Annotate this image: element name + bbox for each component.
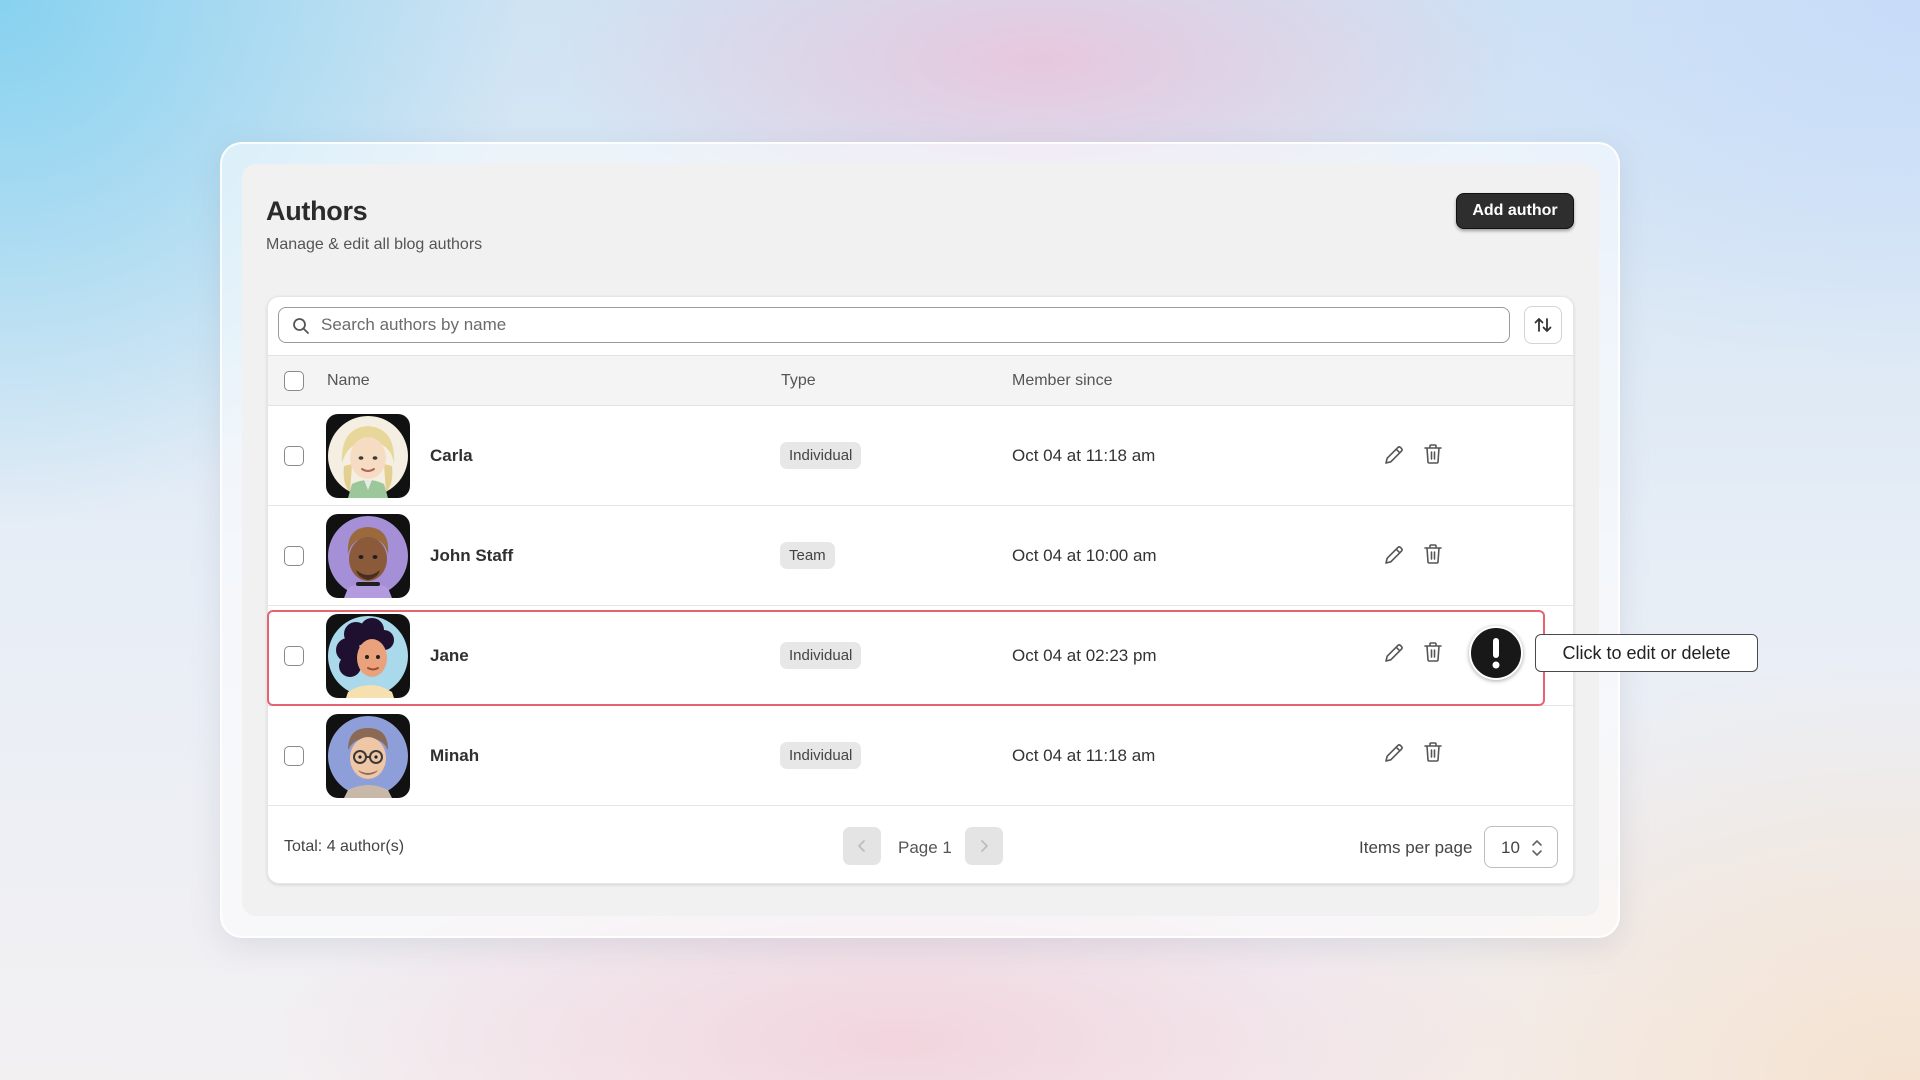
sort-arrows-icon bbox=[1534, 318, 1552, 332]
member-since-date: Oct 04 at 10:00 am bbox=[1012, 546, 1157, 565]
column-header-name: Name bbox=[327, 372, 370, 389]
author-name: Minah bbox=[430, 746, 480, 765]
avatar bbox=[326, 514, 410, 598]
pencil-icon[interactable] bbox=[1383, 444, 1405, 466]
author-name: Jane bbox=[430, 646, 469, 665]
next-page-button[interactable] bbox=[965, 827, 1003, 865]
search-icon bbox=[293, 318, 309, 334]
type-badge: Individual bbox=[780, 642, 862, 669]
tooltip: Click to edit or delete bbox=[1535, 634, 1758, 672]
sort-button[interactable] bbox=[1524, 306, 1562, 344]
row-checkbox[interactable] bbox=[284, 446, 304, 466]
page-subtitle: Manage & edit all blog authors bbox=[266, 236, 483, 253]
chevron-right-icon bbox=[981, 840, 988, 852]
author-name: John Staff bbox=[430, 546, 514, 565]
type-badge: Individual bbox=[780, 742, 862, 769]
column-header-type: Type bbox=[781, 372, 816, 389]
search-box[interactable] bbox=[278, 307, 1510, 343]
type-badge: Individual bbox=[780, 442, 862, 469]
member-since-date: Oct 04 at 11:18 am bbox=[1012, 446, 1156, 465]
avatar bbox=[326, 614, 410, 698]
items-per-page-label: Items per page bbox=[1359, 838, 1473, 857]
type-badge: Team bbox=[780, 542, 835, 569]
row-checkbox[interactable] bbox=[284, 746, 304, 766]
trash-icon[interactable] bbox=[1423, 641, 1443, 663]
table-row[interactable]: John Staff Team Oct 04 at 10:00 am bbox=[268, 506, 1573, 606]
table-row[interactable]: Carla Individual Oct 04 at 11:18 am bbox=[268, 406, 1573, 506]
row-checkbox[interactable] bbox=[284, 546, 304, 566]
page-indicator: Page 1 bbox=[898, 838, 952, 857]
select-all-checkbox[interactable] bbox=[284, 371, 304, 391]
search-input[interactable] bbox=[321, 314, 1491, 336]
pencil-icon[interactable] bbox=[1383, 544, 1405, 566]
row-checkbox[interactable] bbox=[284, 646, 304, 666]
previous-page-button[interactable] bbox=[843, 827, 881, 865]
table-header: Name Type Member since bbox=[268, 355, 1573, 406]
chevron-up-down-icon bbox=[1532, 840, 1542, 856]
table-row[interactable]: Jane Individual Oct 04 at 02:23 pm bbox=[268, 606, 1573, 706]
pencil-icon[interactable] bbox=[1383, 742, 1405, 764]
column-header-member-since: Member since bbox=[1012, 372, 1113, 389]
items-per-page-select[interactable]: 10 bbox=[1484, 826, 1558, 868]
avatar bbox=[326, 414, 410, 498]
page-title: Authors bbox=[266, 196, 368, 226]
exclamation-icon bbox=[1469, 626, 1523, 680]
trash-icon[interactable] bbox=[1423, 443, 1443, 465]
avatar bbox=[326, 714, 410, 798]
total-count: Total: 4 author(s) bbox=[284, 838, 405, 855]
pencil-icon[interactable] bbox=[1383, 642, 1405, 664]
items-per-page-value: 10 bbox=[1501, 838, 1520, 857]
trash-icon[interactable] bbox=[1423, 741, 1443, 763]
member-since-date: Oct 04 at 11:18 am bbox=[1012, 746, 1156, 765]
trash-icon[interactable] bbox=[1423, 543, 1443, 565]
table-row[interactable]: Minah Individual Oct 04 at 11:18 am bbox=[268, 706, 1573, 806]
chevron-left-icon bbox=[858, 840, 865, 852]
author-name: Carla bbox=[430, 446, 473, 465]
member-since-date: Oct 04 at 02:23 pm bbox=[1012, 646, 1157, 665]
add-author-button[interactable]: Add author bbox=[1456, 193, 1574, 229]
